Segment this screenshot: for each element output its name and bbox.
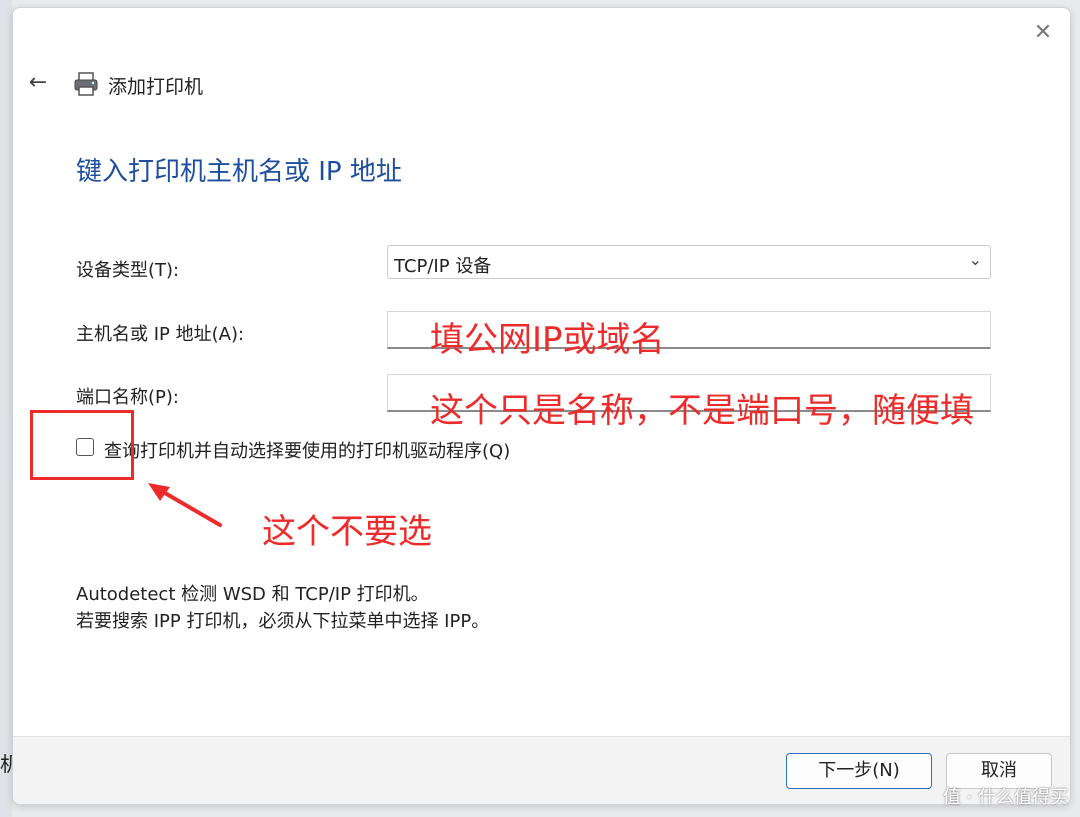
printer-icon xyxy=(74,72,98,96)
watermark: 值 · 什么值得买 xyxy=(942,787,1068,808)
chevron-down-icon: ⌄ xyxy=(968,250,982,269)
close-icon[interactable]: ✕ xyxy=(1030,20,1056,46)
next-button[interactable]: 下一步(N) xyxy=(786,753,932,789)
background-window xyxy=(0,0,12,817)
device-type-select[interactable]: TCP/IP 设备 ⌄ xyxy=(387,245,991,279)
annotation-port-note: 这个只是名称，不是端口号，随便填 xyxy=(430,391,974,431)
device-type-label: 设备类型(T): xyxy=(76,260,180,281)
annotation-highlight-box xyxy=(30,410,134,480)
info-text-line2: 若要搜索 IPP 打印机，必须从下拉菜单中选择 IPP。 xyxy=(76,611,490,632)
device-type-value: TCP/IP 设备 xyxy=(394,256,492,277)
page-heading: 键入打印机主机名或 IP 地址 xyxy=(76,157,402,187)
hostname-label: 主机名或 IP 地址(A): xyxy=(76,324,245,345)
wizard-title: 添加打印机 xyxy=(108,76,204,98)
auto-driver-checkbox-label: 查询打印机并自动选择要使用的打印机驱动程序(Q) xyxy=(104,441,511,462)
port-name-label: 端口名称(P): xyxy=(76,387,179,408)
annotation-arrow-icon xyxy=(148,483,222,527)
dialog-footer: 下一步(N) 取消 xyxy=(13,736,1070,804)
annotation-hostname-note: 填公网IP或域名 xyxy=(430,320,665,360)
back-arrow-icon[interactable]: ← xyxy=(25,70,51,96)
annotation-checkbox-note: 这个不要选 xyxy=(262,512,432,552)
info-text-line1: Autodetect 检测 WSD 和 TCP/IP 打印机。 xyxy=(76,584,429,605)
